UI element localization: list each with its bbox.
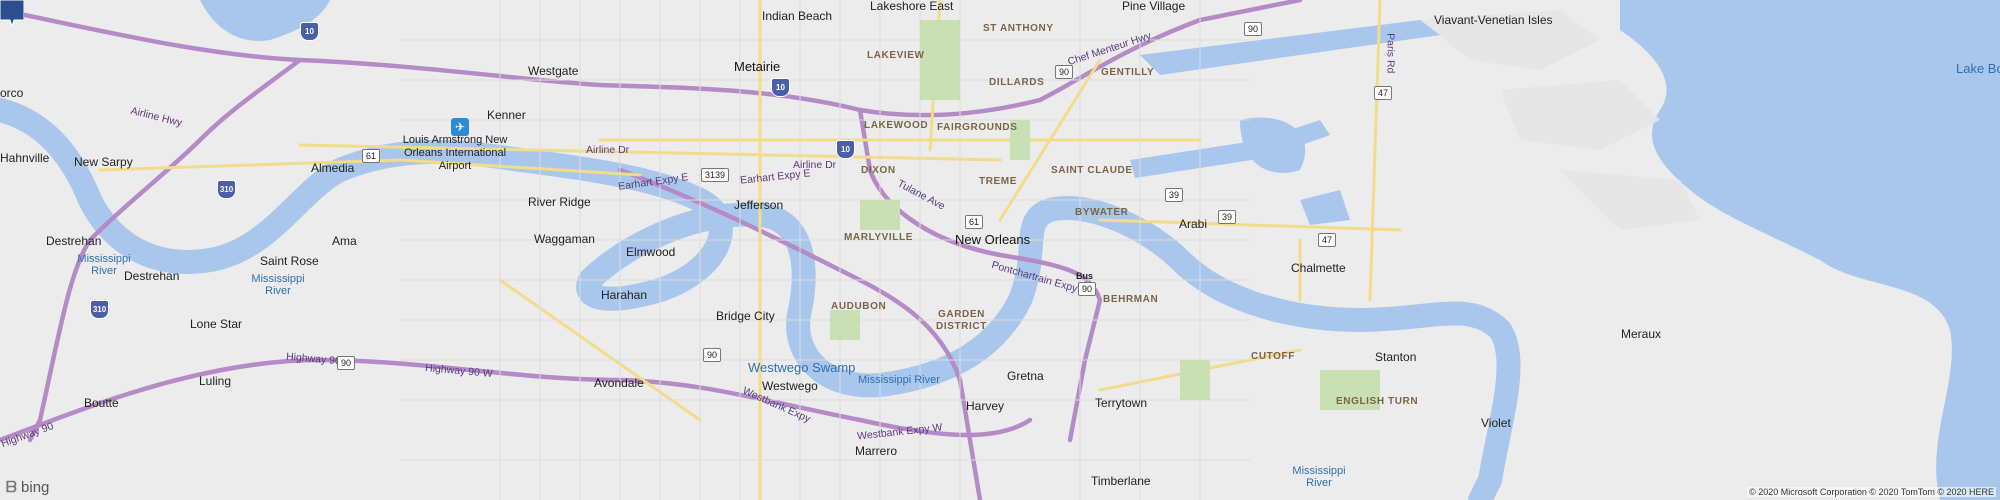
- city-label-terrytown[interactable]: Terrytown: [1095, 397, 1147, 409]
- city-label-marrero[interactable]: Marrero: [855, 445, 897, 457]
- city-label-waggaman[interactable]: Waggaman: [534, 233, 595, 245]
- city-label-arabi[interactable]: Arabi: [1179, 218, 1207, 230]
- neighborhood-label: BYWATER: [1075, 207, 1129, 218]
- copyright-text: © 2020 Microsoft Corporation © 2020 TomT…: [1747, 487, 1996, 497]
- neighborhood-label: SAINT CLAUDE: [1051, 165, 1133, 176]
- city-label-boutte[interactable]: Boutte: [84, 397, 119, 409]
- interstate-10-shield-icon: 10: [836, 140, 855, 159]
- city-label-harahan[interactable]: Harahan: [601, 289, 647, 301]
- map-base-layer: [0, 0, 2000, 500]
- city-label-timberlane[interactable]: Timberlane: [1091, 475, 1151, 487]
- city-label-westgate[interactable]: Westgate: [528, 65, 578, 77]
- water-label-westwego-swamp: Westwego Swamp: [748, 360, 856, 375]
- water-label-mississippi-river: Mississippi River: [858, 374, 940, 386]
- neighborhood-label: DIXON: [861, 165, 896, 176]
- water-label-mississippi-river: Mississippi River: [1292, 465, 1346, 489]
- neighborhood-label: ENGLISH TURN: [1336, 396, 1419, 407]
- bing-logo-text: bing: [21, 479, 50, 496]
- city-label-westwego[interactable]: Westwego: [762, 380, 818, 392]
- neighborhood-label: DILLARDS: [989, 77, 1045, 88]
- neighborhood-label: BEHRMAN: [1103, 294, 1159, 305]
- city-label-saint-rose[interactable]: Saint Rose: [260, 255, 319, 267]
- route-90-shield-icon: 90: [1078, 282, 1097, 296]
- city-label-orco[interactable]: orco: [0, 87, 23, 99]
- neighborhood-label: GENTILLY: [1101, 67, 1155, 78]
- city-label-violet[interactable]: Violet: [1481, 417, 1511, 429]
- city-label-pine-village[interactable]: Pine Village: [1122, 0, 1185, 12]
- interstate-10-shield-icon: 10: [300, 22, 319, 41]
- city-label-lakeshore-east[interactable]: Lakeshore East: [870, 0, 953, 12]
- interstate-310-shield-icon: 310: [90, 300, 109, 319]
- city-label-almedia[interactable]: Almedia: [311, 162, 354, 174]
- neighborhood-label: DISTRICT: [936, 321, 987, 332]
- map-canvas[interactable]: ✈ Indian Beach Lakeshore East Pine Villa…: [0, 0, 2000, 500]
- city-label-lone-star[interactable]: Lone Star: [190, 318, 242, 330]
- route-39-shield-icon: 39: [1218, 210, 1237, 224]
- bing-b-icon: ᗷ: [6, 479, 17, 496]
- location-pin-icon[interactable]: [0, 0, 24, 26]
- road-label-airline-dr: Airline Dr: [586, 144, 630, 156]
- neighborhood-label: GARDEN: [938, 309, 985, 320]
- neighborhood-label: LAKEVIEW: [867, 50, 925, 61]
- route-90-shield-icon: 90: [703, 348, 722, 362]
- city-label-metairie[interactable]: Metairie: [734, 60, 780, 73]
- route-47-shield-icon: 47: [1318, 233, 1337, 247]
- city-label-stanton[interactable]: Stanton: [1375, 351, 1416, 363]
- city-label-new-orleans[interactable]: New Orleans: [955, 233, 1030, 246]
- route-47-shield-icon: 47: [1374, 86, 1393, 100]
- neighborhood-label: FAIRGROUNDS: [937, 122, 1018, 133]
- route-90-shield-icon: 90: [1244, 22, 1263, 36]
- city-label-destrehan-1[interactable]: Destrehan: [46, 235, 101, 247]
- city-label-new-sarpy[interactable]: New Sarpy: [74, 156, 133, 168]
- city-label-elmwood[interactable]: Elmwood: [626, 246, 675, 258]
- city-label-indian-beach[interactable]: Indian Beach: [762, 10, 832, 22]
- city-label-gretna[interactable]: Gretna: [1007, 370, 1044, 382]
- neighborhood-label: LAKEWOOD: [864, 120, 929, 131]
- neighborhood-label: TREME: [979, 176, 1017, 187]
- neighborhood-label: ST ANTHONY: [983, 23, 1054, 34]
- city-label-chalmette[interactable]: Chalmette: [1291, 262, 1346, 274]
- city-label-river-ridge[interactable]: River Ridge: [528, 196, 591, 208]
- city-label-jefferson[interactable]: Jefferson: [734, 199, 783, 211]
- city-label-bridge-city[interactable]: Bridge City: [716, 310, 775, 322]
- city-label-luling[interactable]: Luling: [199, 375, 231, 387]
- city-label-hahnville[interactable]: Hahnville: [0, 152, 49, 164]
- bing-logo: ᗷ bing: [6, 479, 49, 496]
- city-label-viavant-venetian-isles[interactable]: Viavant-Venetian Isles: [1434, 14, 1553, 26]
- business-route-label: Bus: [1076, 271, 1094, 281]
- city-label-harvey[interactable]: Harvey: [966, 400, 1004, 412]
- route-90-shield-icon: 90: [1055, 65, 1074, 79]
- road-label-paris-rd: Paris Rd: [1384, 33, 1397, 74]
- route-3139-shield-icon: 3139: [701, 168, 730, 182]
- interstate-310-shield-icon: 310: [217, 180, 236, 199]
- city-label-ama[interactable]: Ama: [332, 235, 357, 247]
- route-61-shield-icon: 61: [362, 149, 381, 163]
- neighborhood-label: CUTOFF: [1251, 351, 1295, 362]
- city-label-meraux[interactable]: Meraux: [1621, 328, 1661, 340]
- city-label-avondale[interactable]: Avondale: [594, 377, 644, 389]
- city-label-kenner[interactable]: Kenner: [487, 109, 526, 121]
- route-39-shield-icon: 39: [1165, 188, 1184, 202]
- water-label-mississippi-river: Mississippi River: [251, 273, 305, 297]
- water-label-mississippi-river: Mississippi River: [77, 253, 131, 277]
- route-61-shield-icon: 61: [965, 215, 984, 229]
- route-90-shield-icon: 90: [337, 356, 356, 370]
- water-label-lake-borgne: Lake Borg: [1956, 61, 2000, 76]
- interstate-10-shield-icon: 10: [771, 78, 790, 97]
- neighborhood-label: MARLYVILLE: [844, 232, 913, 243]
- city-label-airport[interactable]: Louis Armstrong New Orleans Internationa…: [400, 134, 510, 173]
- neighborhood-label: AUDUBON: [831, 301, 887, 312]
